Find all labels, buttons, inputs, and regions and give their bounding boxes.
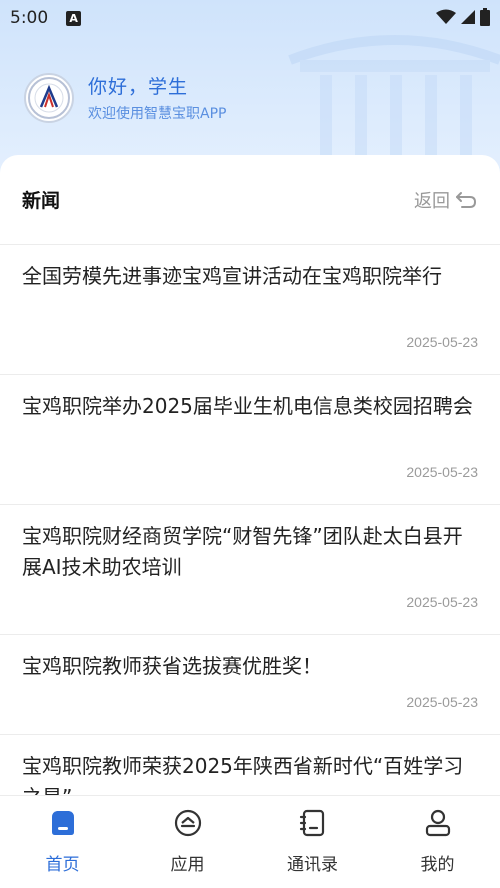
tab-label: 通讯录 — [287, 855, 338, 875]
news-date: 2025-05-23 — [406, 334, 478, 350]
wifi-icon — [436, 9, 456, 24]
greeting-block: 你好，学生 欢迎使用智慧宝职APP — [24, 72, 226, 123]
return-icon — [456, 191, 477, 208]
apps-icon — [171, 806, 205, 840]
greeting-title: 你好，学生 — [88, 76, 189, 98]
notification-icon: A — [66, 10, 82, 26]
news-card: 新闻 返回 全国劳模先进事迹宝鸡宣讲活动在宝鸡职院举行 2025-05-23 宝… — [0, 155, 500, 805]
contacts-icon — [296, 806, 330, 840]
news-item[interactable]: 宝鸡职院财经商贸学院“财智先锋”团队赴太白县开展AI技术助农培训 2025-05… — [0, 505, 500, 635]
back-label: 返回 — [414, 190, 450, 212]
news-item[interactable]: 宝鸡职院教师获省选拔赛优胜奖！ 2025-05-23 — [0, 635, 500, 735]
signal-icon — [461, 10, 475, 24]
back-button[interactable]: 返回 — [414, 187, 478, 213]
profile-icon — [421, 806, 455, 840]
news-title: 全国劳模先进事迹宝鸡宣讲活动在宝鸡职院举行 — [22, 264, 442, 288]
battery-icon — [480, 8, 490, 26]
news-date: 2025-05-23 — [406, 694, 478, 710]
news-item[interactable]: 宝鸡职院举办2025届毕业生机电信息类校园招聘会 2025-05-23 — [0, 375, 500, 505]
news-section-title: 新闻 — [22, 190, 61, 212]
school-logo — [24, 72, 74, 123]
news-item[interactable]: 全国劳模先进事迹宝鸡宣讲活动在宝鸡职院举行 2025-05-23 — [0, 245, 500, 375]
tab-apps[interactable]: 应用 — [133, 806, 243, 875]
news-date: 2025-05-23 — [406, 594, 478, 610]
welcome-subtitle: 欢迎使用智慧宝职APP — [88, 106, 227, 122]
home-icon — [46, 806, 80, 840]
tab-home[interactable]: 首页 — [8, 806, 118, 875]
news-title: 宝鸡职院财经商贸学院“财智先锋”团队赴太白县开展AI技术助农培训 — [22, 524, 463, 579]
news-date: 2025-05-23 — [406, 464, 478, 480]
status-icons — [436, 8, 490, 26]
tab-label: 首页 — [45, 855, 80, 875]
news-list: 全国劳模先进事迹宝鸡宣讲活动在宝鸡职院举行 2025-05-23 宝鸡职院举办2… — [0, 245, 500, 805]
news-title: 宝鸡职院举办2025届毕业生机电信息类校园招聘会 — [22, 394, 473, 418]
news-header: 新闻 返回 — [0, 155, 500, 245]
tab-label: 应用 — [170, 855, 205, 875]
status-time: 5:00 — [10, 8, 49, 28]
status-bar: 5:00 A — [0, 0, 500, 36]
tab-contacts[interactable]: 通讯录 — [258, 806, 368, 875]
news-title: 宝鸡职院教师获省选拔赛优胜奖！ — [22, 654, 322, 678]
bottom-tab-bar: 首页 应用 通讯录 我的 — [0, 795, 500, 888]
tab-profile[interactable]: 我的 — [383, 806, 493, 875]
tab-label: 我的 — [420, 855, 455, 875]
